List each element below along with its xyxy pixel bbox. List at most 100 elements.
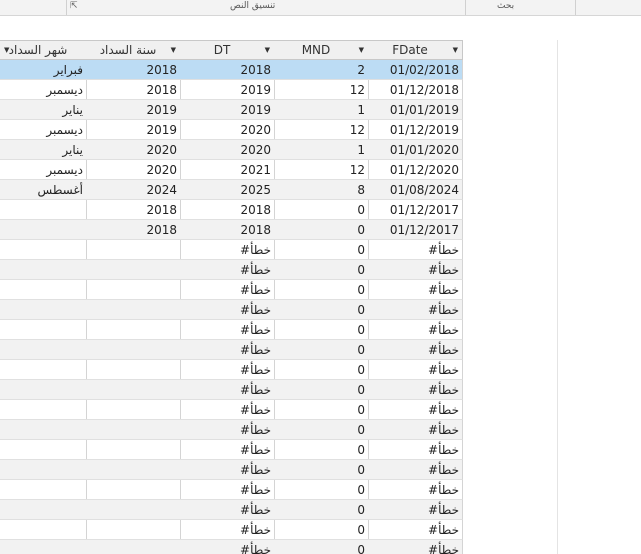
cell-payment-year[interactable]: 2024 (86, 180, 181, 200)
cell-payment-month[interactable] (0, 400, 87, 420)
cell-payment-month[interactable] (0, 460, 87, 480)
cell-dt[interactable]: #خطأ (180, 340, 275, 360)
table-row[interactable]: أغسطس 2024 2025 8 01/08/2024 (0, 180, 641, 200)
cell-payment-year[interactable]: 2020 (86, 140, 181, 160)
cell-fdate[interactable]: #خطأ (368, 260, 463, 280)
cell-dt[interactable]: #خطأ (180, 240, 275, 260)
dropdown-arrow-icon[interactable]: ▼ (4, 46, 9, 54)
table-row[interactable]: #خطأ 0 #خطأ (0, 480, 641, 500)
cell-mnd[interactable]: 0 (274, 300, 369, 320)
cell-payment-month[interactable] (0, 540, 87, 554)
cell-fdate[interactable]: 01/08/2024 (368, 180, 463, 200)
cell-mnd[interactable]: 0 (274, 320, 369, 340)
cell-payment-year[interactable]: 2018 (86, 220, 181, 240)
dropdown-arrow-icon[interactable]: ▼ (265, 46, 270, 54)
cell-mnd[interactable]: 12 (274, 120, 369, 140)
cell-payment-month[interactable] (0, 200, 87, 220)
cell-fdate[interactable]: #خطأ (368, 500, 463, 520)
cell-fdate[interactable]: 01/12/2018 (368, 80, 463, 100)
cell-mnd[interactable]: 0 (274, 340, 369, 360)
cell-payment-year[interactable]: 2018 (86, 80, 181, 100)
cell-dt[interactable]: #خطأ (180, 400, 275, 420)
cell-payment-month[interactable]: ديسمبر (0, 120, 87, 140)
table-row[interactable]: #خطأ 0 #خطأ (0, 460, 641, 480)
dropdown-arrow-icon[interactable]: ▼ (171, 46, 176, 54)
cell-payment-year[interactable]: 2020 (86, 160, 181, 180)
cell-payment-month[interactable]: فبراير (0, 60, 87, 80)
cell-dt[interactable]: #خطأ (180, 360, 275, 380)
cell-payment-month[interactable]: ديسمبر (0, 80, 87, 100)
table-row[interactable]: 2018 2018 0 01/12/2017 (0, 220, 641, 240)
cell-payment-month[interactable] (0, 380, 87, 400)
cell-payment-month[interactable] (0, 340, 87, 360)
cell-fdate[interactable]: #خطأ (368, 460, 463, 480)
table-row[interactable]: فبراير 2018 2018 2 01/02/2018 (0, 60, 641, 80)
cell-payment-year[interactable] (86, 400, 181, 420)
cell-payment-year[interactable] (86, 540, 181, 554)
cell-dt[interactable]: 2018 (180, 60, 275, 80)
cell-mnd[interactable]: 0 (274, 360, 369, 380)
cell-dt[interactable]: #خطأ (180, 480, 275, 500)
cell-fdate[interactable]: #خطأ (368, 300, 463, 320)
cell-fdate[interactable]: 01/01/2020 (368, 140, 463, 160)
table-row[interactable]: #خطأ 0 #خطأ (0, 260, 641, 280)
datasheet-grid[interactable]: شهر السداد ▼ سنة السداد ▼ DT ▼ MND ▼ FDa… (0, 40, 641, 554)
cell-mnd[interactable]: 1 (274, 100, 369, 120)
dialog-launcher-icon[interactable]: ⇱ (70, 1, 78, 11)
cell-payment-year[interactable] (86, 280, 181, 300)
table-row[interactable]: #خطأ 0 #خطأ (0, 440, 641, 460)
cell-dt[interactable]: #خطأ (180, 420, 275, 440)
cell-payment-year[interactable] (86, 500, 181, 520)
cell-dt[interactable]: #خطأ (180, 440, 275, 460)
table-row[interactable]: #خطأ 0 #خطأ (0, 380, 641, 400)
cell-fdate[interactable]: 01/02/2018 (368, 60, 463, 80)
table-row[interactable]: #خطأ 0 #خطأ (0, 540, 641, 554)
cell-payment-year[interactable] (86, 260, 181, 280)
cell-dt[interactable]: #خطأ (180, 500, 275, 520)
cell-mnd[interactable]: 0 (274, 520, 369, 540)
cell-payment-year[interactable]: 2019 (86, 100, 181, 120)
cell-payment-year[interactable] (86, 340, 181, 360)
table-row[interactable]: #خطأ 0 #خطأ (0, 360, 641, 380)
cell-dt[interactable]: 2019 (180, 80, 275, 100)
cell-payment-month[interactable] (0, 240, 87, 260)
table-row[interactable]: #خطأ 0 #خطأ (0, 340, 641, 360)
cell-dt[interactable]: 2018 (180, 200, 275, 220)
cell-payment-year[interactable] (86, 320, 181, 340)
cell-payment-month[interactable] (0, 320, 87, 340)
table-row[interactable]: ديسمبر 2019 2020 12 01/12/2019 (0, 120, 641, 140)
cell-mnd[interactable]: 0 (274, 480, 369, 500)
cell-dt[interactable]: #خطأ (180, 460, 275, 480)
column-header-dt[interactable]: DT ▼ (180, 40, 275, 60)
dropdown-arrow-icon[interactable]: ▼ (453, 46, 458, 54)
cell-fdate[interactable]: #خطأ (368, 440, 463, 460)
cell-fdate[interactable]: #خطأ (368, 520, 463, 540)
cell-dt[interactable]: 2025 (180, 180, 275, 200)
table-row[interactable]: #خطأ 0 #خطأ (0, 420, 641, 440)
cell-payment-year[interactable] (86, 420, 181, 440)
cell-dt[interactable]: 2019 (180, 100, 275, 120)
cell-dt[interactable]: #خطأ (180, 520, 275, 540)
cell-fdate[interactable]: 01/12/2017 (368, 220, 463, 240)
cell-dt[interactable]: #خطأ (180, 260, 275, 280)
cell-payment-year[interactable] (86, 240, 181, 260)
cell-dt[interactable]: #خطأ (180, 280, 275, 300)
cell-mnd[interactable]: 0 (274, 420, 369, 440)
cell-mnd[interactable]: 12 (274, 160, 369, 180)
table-row[interactable]: 2018 2018 0 01/12/2017 (0, 200, 641, 220)
table-row[interactable]: يناير 2019 2019 1 01/01/2019 (0, 100, 641, 120)
table-row[interactable]: #خطأ 0 #خطأ (0, 240, 641, 260)
cell-mnd[interactable]: 0 (274, 280, 369, 300)
cell-dt[interactable]: 2020 (180, 140, 275, 160)
cell-fdate[interactable]: 01/12/2017 (368, 200, 463, 220)
cell-payment-month[interactable] (0, 360, 87, 380)
cell-payment-year[interactable] (86, 300, 181, 320)
cell-dt[interactable]: 2021 (180, 160, 275, 180)
cell-fdate[interactable]: #خطأ (368, 280, 463, 300)
cell-fdate[interactable]: #خطأ (368, 360, 463, 380)
cell-mnd[interactable]: 0 (274, 400, 369, 420)
cell-payment-month[interactable] (0, 420, 87, 440)
cell-payment-year[interactable]: 2018 (86, 60, 181, 80)
cell-payment-month[interactable] (0, 480, 87, 500)
cell-fdate[interactable]: #خطأ (368, 480, 463, 500)
